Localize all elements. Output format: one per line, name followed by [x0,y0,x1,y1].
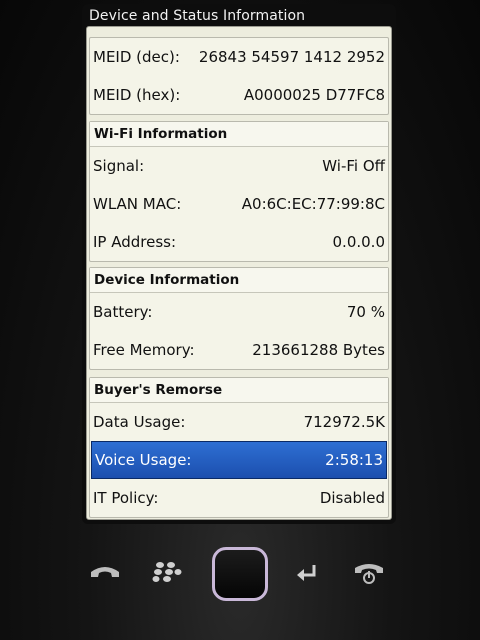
battery-row[interactable]: Battery: 70 % [90,293,388,331]
trackpad[interactable] [212,547,268,601]
it-policy-row[interactable]: IT Policy: Disabled [90,479,388,517]
end-call-icon[interactable] [352,562,386,586]
row-label: Voice Usage: [95,451,192,469]
row-value: 0.0.0.0 [332,233,385,251]
row-value: A0000025 D77FC8 [243,86,385,104]
wlan-mac-row[interactable]: WLAN MAC: A0:6C:EC:77:99:8C [90,185,388,223]
row-label: Signal: [93,157,145,175]
ip-address-row[interactable]: IP Address: 0.0.0.0 [90,223,388,261]
remorse-header: Buyer's Remorse [90,378,388,403]
row-label: IP Address: [93,233,177,251]
remorse-group: Buyer's Remorse Data Usage: 712972.5K Vo… [89,377,389,518]
device-header: Device Information [90,268,388,293]
row-label: Battery: [93,303,153,321]
meid-hex-row[interactable]: MEID (hex): A0000025 D77FC8 [90,76,388,114]
wifi-group: Wi-Fi Information Signal: Wi-Fi Off WLAN… [89,121,389,262]
row-label: WLAN MAC: [93,195,182,213]
row-value: 26843 54597 1412 2952 [198,48,385,66]
row-value: 712972.5K [303,413,385,431]
meid-group: MEID (dec): 26843 54597 1412 2952 MEID (… [89,37,389,115]
screen-title: Device and Status Information [89,8,306,24]
row-value: A0:6C:EC:77:99:8C [241,195,385,213]
free-memory-row[interactable]: Free Memory: 213661288 Bytes [90,331,388,369]
row-value: 2:58:13 [325,451,383,469]
signal-row[interactable]: Signal: Wi-Fi Off [90,147,388,185]
device-group: Device Information Battery: 70 % Free Me… [89,267,389,370]
row-label: MEID (dec): [93,48,180,66]
meid-dec-row[interactable]: MEID (dec): 26843 54597 1412 2952 [90,38,388,76]
row-value: Wi-Fi Off [322,157,385,175]
call-icon[interactable] [88,564,122,584]
row-value: 213661288 Bytes [252,341,385,359]
blackberry-menu-icon[interactable] [152,560,182,586]
row-label: IT Policy: [93,489,159,507]
status-panel: MEID (dec): 26843 54597 1412 2952 MEID (… [86,26,392,520]
back-icon[interactable] [294,562,320,584]
row-value: Disabled [319,489,385,507]
voice-usage-row[interactable]: Voice Usage: 2:58:13 [91,441,387,479]
row-label: Data Usage: [93,413,186,431]
row-label: MEID (hex): [93,86,181,104]
row-label: Free Memory: [93,341,195,359]
row-value: 70 % [346,303,385,321]
wifi-header: Wi-Fi Information [90,122,388,147]
data-usage-row[interactable]: Data Usage: 712972.5K [90,403,388,441]
